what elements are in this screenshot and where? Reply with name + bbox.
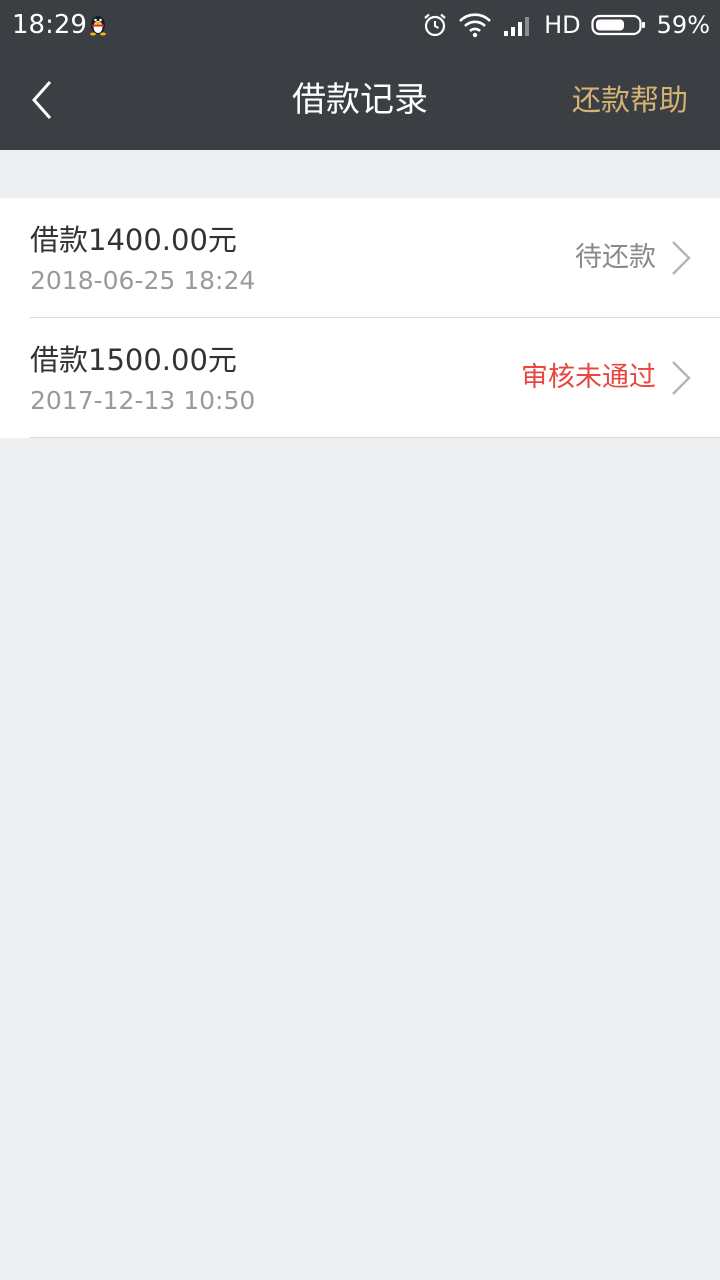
loan-date: 2017-12-13 10:50	[30, 386, 256, 415]
network-type: HD	[544, 11, 581, 39]
battery-icon	[591, 14, 645, 36]
nav-bar: 借款记录 还款帮助	[0, 50, 720, 150]
wifi-icon	[459, 13, 492, 38]
qq-icon	[90, 16, 106, 36]
loan-status: 审核未通过	[521, 362, 656, 393]
status-right-group: HD 59%	[422, 8, 710, 42]
loan-amount: 借款1400.00元	[30, 223, 237, 257]
loan-record-list: 借款1400.00元 2018-06-25 18:24 待还款 借款1500.0…	[0, 198, 720, 438]
loan-status: 待还款	[575, 242, 656, 273]
chevron-right-icon	[672, 241, 691, 275]
signal-icon	[504, 17, 530, 36]
loan-date: 2018-06-25 18:24	[30, 266, 256, 295]
loan-record-row[interactable]: 借款1500.00元 2017-12-13 10:50 审核未通过	[0, 318, 720, 438]
battery-percent: 59%	[656, 11, 710, 39]
row-divider	[30, 437, 720, 438]
loan-record-row[interactable]: 借款1400.00元 2018-06-25 18:24 待还款	[0, 198, 720, 318]
repayment-help-link[interactable]: 还款帮助	[572, 50, 688, 150]
status-bar: 18:29 HD 59%	[0, 0, 720, 50]
page-title: 借款记录	[292, 80, 428, 120]
alarm-icon	[424, 13, 446, 37]
chevron-right-icon	[672, 361, 691, 395]
chevron-left-icon	[31, 81, 52, 119]
back-button[interactable]	[20, 74, 64, 126]
loan-amount: 借款1500.00元	[30, 343, 237, 377]
status-time: 18:29	[12, 10, 87, 40]
